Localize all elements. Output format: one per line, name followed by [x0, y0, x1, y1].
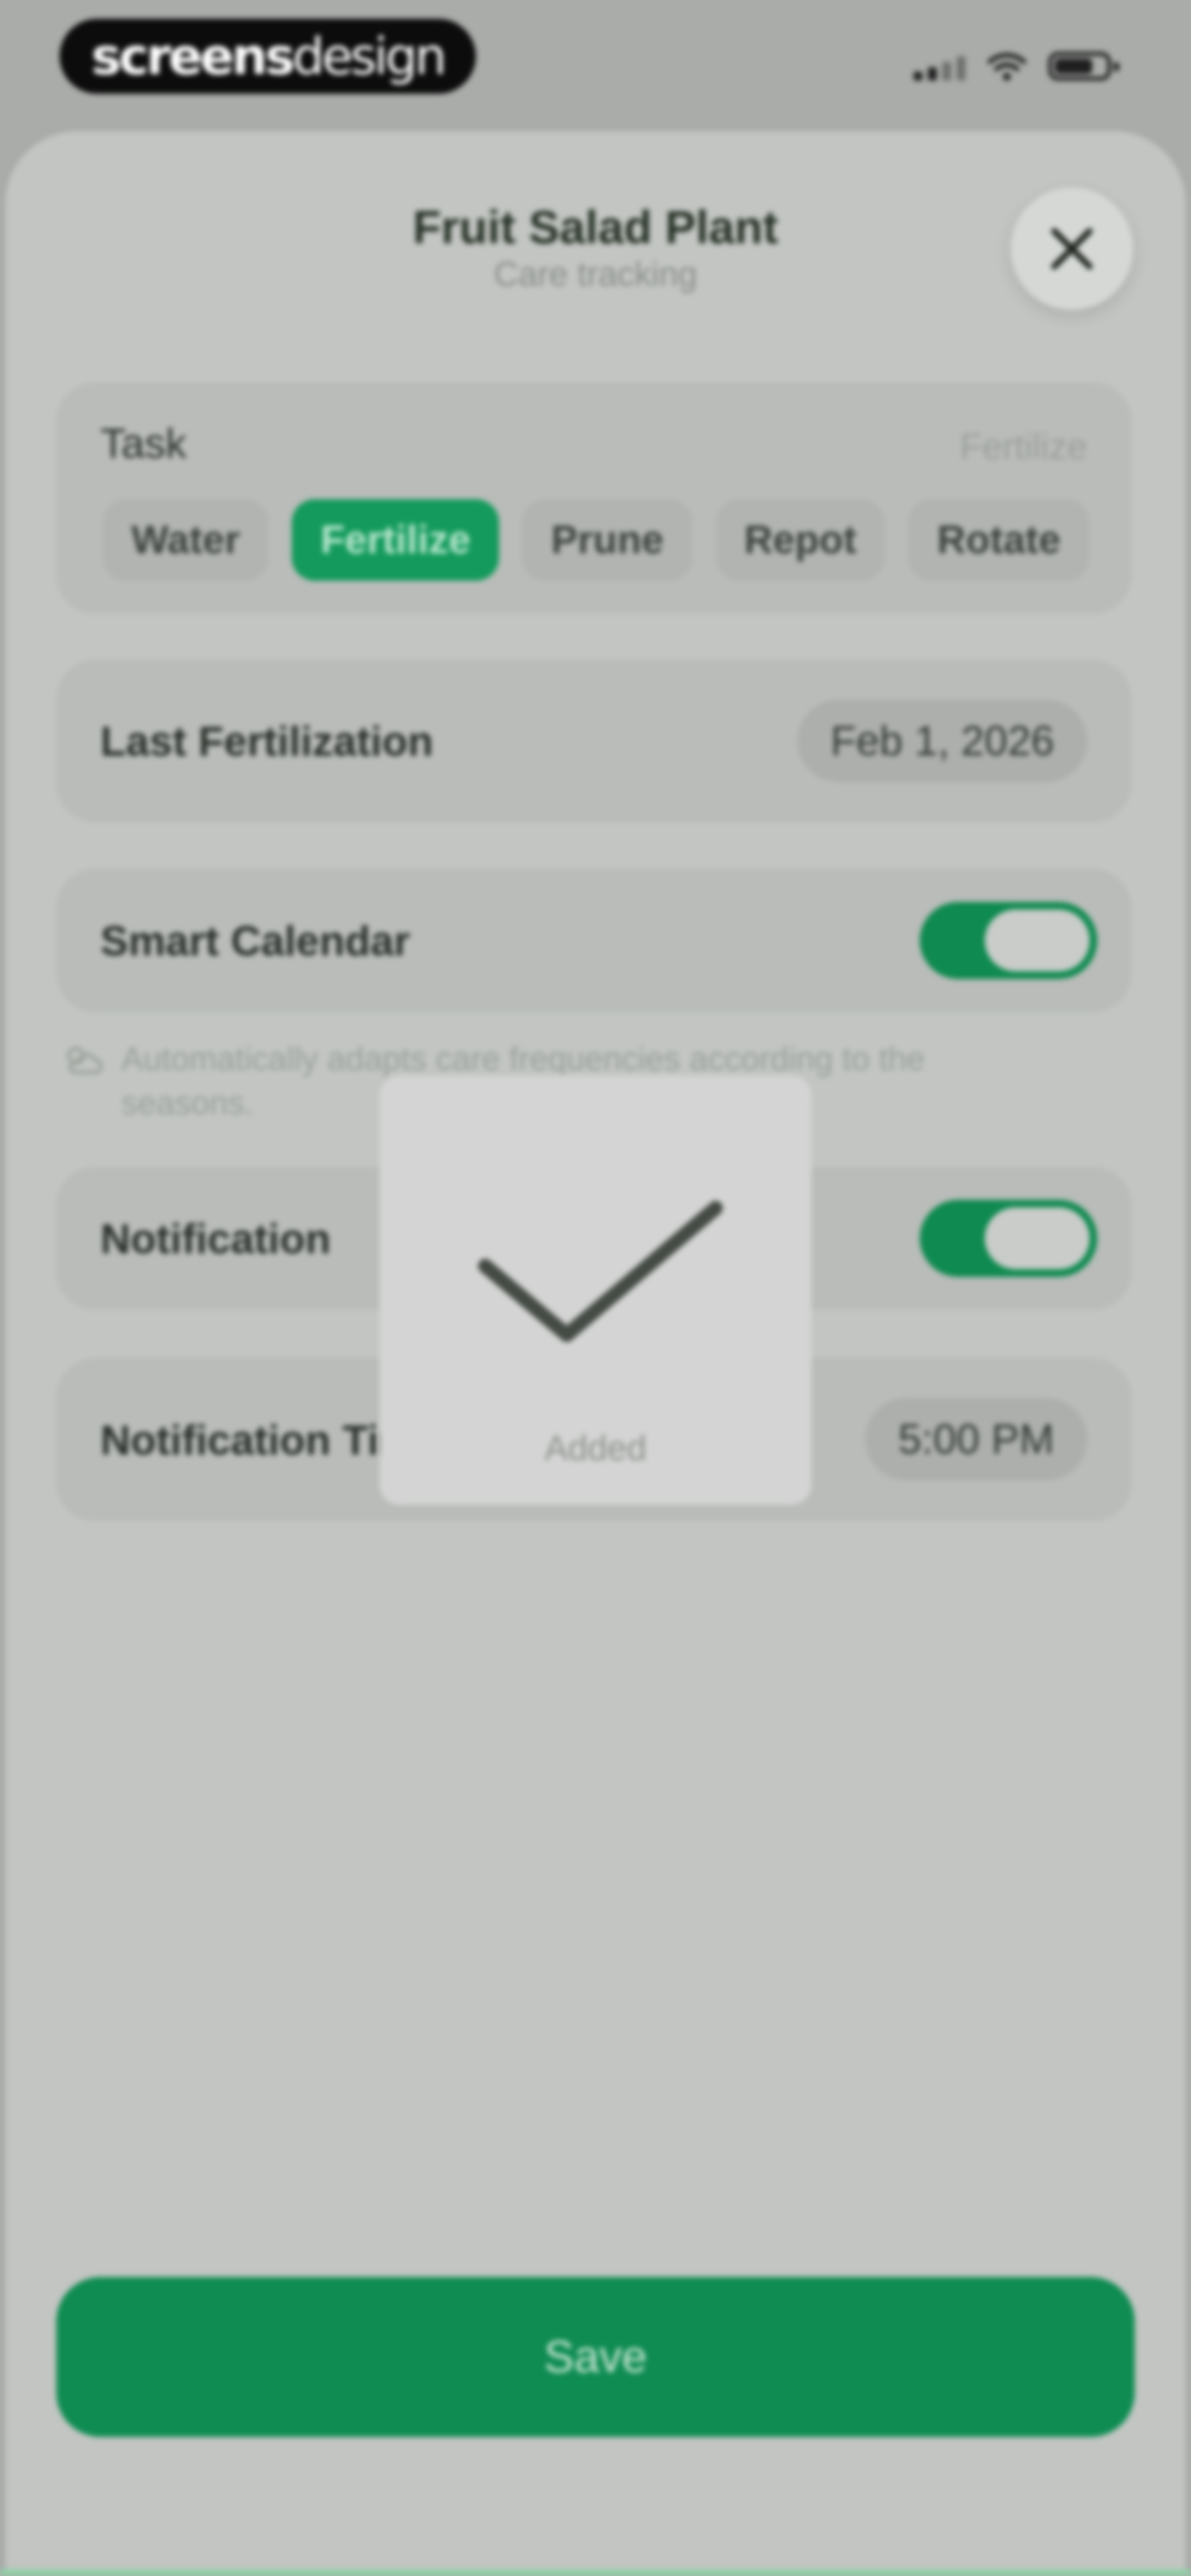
smart-calendar-row: Smart Calendar — [56, 869, 1131, 1012]
brand-logo: screens design — [60, 19, 476, 94]
toast-message: Added — [544, 1428, 647, 1468]
task-card: Task Fertilize Water Fertilize Prune Rep… — [56, 382, 1131, 614]
weather-icon — [67, 1047, 103, 1074]
task-chip-fertilize[interactable]: Fertilize — [292, 499, 500, 581]
close-button[interactable] — [1011, 188, 1133, 310]
brand-logo-bold: screens — [91, 26, 296, 86]
task-chip-water[interactable]: Water — [103, 499, 269, 581]
notification-toggle[interactable] — [920, 1200, 1097, 1277]
last-fertilization-row: Last Fertilization Feb 1, 2026 — [56, 660, 1131, 822]
cellular-signal-icon — [914, 56, 965, 81]
last-fertilization-date-picker[interactable]: Feb 1, 2026 — [797, 699, 1087, 782]
smart-calendar-toggle[interactable] — [920, 902, 1097, 979]
last-fertilization-label: Last Fertilization — [100, 718, 433, 765]
task-chip-prune[interactable]: Prune — [522, 499, 693, 581]
notification-label: Notification — [100, 1216, 331, 1263]
task-selected-value: Fertilize — [959, 426, 1087, 467]
home-indicator-edge — [0, 2569, 1191, 2576]
task-chip-rotate[interactable]: Rotate — [908, 499, 1090, 581]
task-chip-group: Water Fertilize Prune Repot Rotate — [103, 499, 1090, 581]
close-icon — [1051, 228, 1093, 270]
status-bar: screens design — [0, 0, 1191, 127]
task-chip-repot[interactable]: Repot — [715, 499, 886, 581]
save-button[interactable]: Save — [56, 2277, 1135, 2437]
task-label: Task — [100, 420, 187, 467]
battery-icon — [1048, 52, 1119, 81]
wifi-icon — [988, 53, 1026, 81]
brand-logo-light: design — [292, 26, 447, 86]
smart-calendar-label: Smart Calendar — [100, 918, 410, 965]
added-toast: Added — [379, 1076, 812, 1505]
notification-time-picker[interactable]: 5:00 PM — [865, 1398, 1087, 1481]
checkmark-icon — [478, 1201, 723, 1342]
